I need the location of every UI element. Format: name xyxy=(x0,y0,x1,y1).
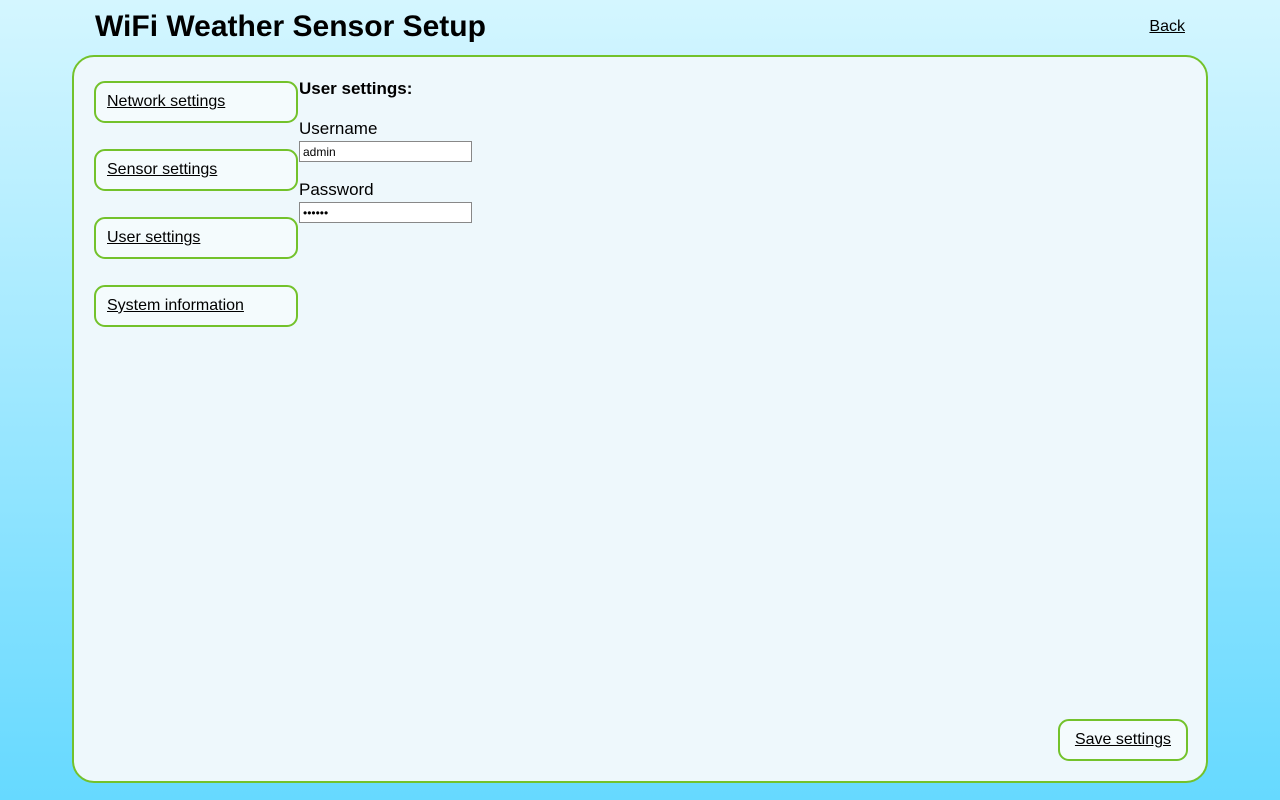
content-area: User settings: Username Password Save se… xyxy=(299,57,1206,781)
sidebar-item-system-information[interactable]: System information xyxy=(94,285,298,327)
sidebar-item-label: Sensor settings xyxy=(107,161,217,179)
sidebar-item-user-settings[interactable]: User settings xyxy=(94,217,298,259)
sidebar-item-network-settings[interactable]: Network settings xyxy=(94,81,298,123)
sidebar-item-label: User settings xyxy=(107,229,200,247)
sidebar-item-sensor-settings[interactable]: Sensor settings xyxy=(94,149,298,191)
save-settings-button[interactable]: Save settings xyxy=(1058,719,1188,761)
save-settings-label: Save settings xyxy=(1075,731,1171,749)
username-input[interactable] xyxy=(299,141,472,162)
page-header: WiFi Weather Sensor Setup Back xyxy=(0,0,1280,52)
sidebar-item-label: Network settings xyxy=(107,93,225,111)
sidebar-item-label: System information xyxy=(107,297,244,315)
password-label: Password xyxy=(299,180,1184,200)
username-label: Username xyxy=(299,119,1184,139)
main-panel: Network settings Sensor settings User se… xyxy=(72,55,1208,783)
sidebar: Network settings Sensor settings User se… xyxy=(74,57,299,781)
page-title: WiFi Weather Sensor Setup xyxy=(95,10,486,44)
password-input[interactable] xyxy=(299,202,472,223)
back-link[interactable]: Back xyxy=(1149,18,1185,36)
section-heading: User settings: xyxy=(299,79,1184,99)
